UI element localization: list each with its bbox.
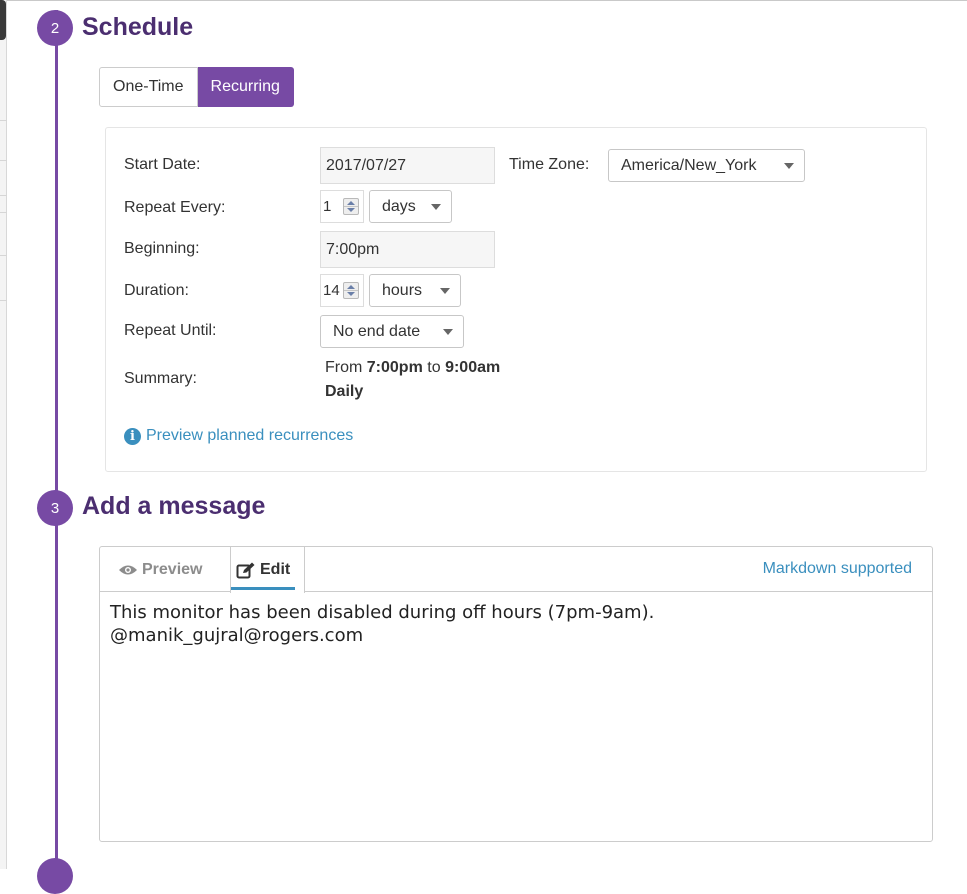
recurring-schedule-panel: Start Date: 2017/07/27 Time Zone: Americ… <box>105 127 927 472</box>
spin-arrows-icon[interactable] <box>343 198 359 215</box>
duration-stepper[interactable]: 14 <box>320 274 364 307</box>
editor-tabs: Preview Edit Markdown supported <box>100 547 932 593</box>
active-tab-indicator <box>231 587 295 590</box>
summary-from-time: 7:00pm <box>366 359 423 376</box>
eye-icon <box>119 565 137 574</box>
repeat-until-value: No end date <box>333 322 421 340</box>
duration-value: 14 <box>323 282 340 299</box>
duration-unit-value: hours <box>382 281 423 299</box>
summary-frequency: Daily <box>325 383 364 400</box>
spin-arrows-icon[interactable] <box>343 282 359 299</box>
preview-recurrences-label: Preview planned recurrences <box>146 427 354 444</box>
step-number-message: 3 <box>37 490 73 526</box>
start-date-label: Start Date: <box>124 156 201 173</box>
info-icon: i <box>124 427 141 445</box>
markdown-supported-link[interactable]: Markdown supported <box>763 560 912 578</box>
preview-recurrences-link[interactable]: i Preview planned recurrences <box>124 427 353 445</box>
left-panel-edge <box>0 0 7 869</box>
time-zone-value: America/New_York <box>621 156 757 174</box>
chevron-down-icon <box>431 204 441 210</box>
tab-preview[interactable]: Preview <box>118 547 202 592</box>
repeat-every-value: 1 <box>323 198 332 215</box>
beginning-input[interactable]: 7:00pm <box>320 231 495 268</box>
repeat-unit-value: days <box>382 197 416 215</box>
repeat-until-select[interactable]: No end date <box>320 315 464 348</box>
summary-to-word: to <box>427 359 441 376</box>
schedule-type-toggle: One-Time Recurring <box>99 67 294 107</box>
chevron-down-icon <box>440 288 450 294</box>
summary-to-time: 9:00am <box>445 359 501 376</box>
summary-label: Summary: <box>124 370 197 387</box>
time-zone-label: Time Zone: <box>509 156 590 173</box>
time-zone-select[interactable]: America/New_York <box>608 149 805 182</box>
repeat-until-label: Repeat Until: <box>124 322 217 339</box>
start-date-input[interactable]: 2017/07/27 <box>320 147 495 184</box>
duration-label: Duration: <box>124 282 189 299</box>
one-time-button[interactable]: One-Time <box>99 67 198 107</box>
repeat-unit-select[interactable]: days <box>369 190 452 223</box>
top-divider <box>7 0 967 1</box>
duration-unit-select[interactable]: hours <box>369 274 461 307</box>
message-editor: Preview Edit Markdown supported This mon… <box>99 546 933 842</box>
message-title: Add a message <box>82 492 266 520</box>
chevron-down-icon <box>784 163 794 169</box>
edit-icon <box>236 562 255 578</box>
steps-timeline <box>55 10 58 869</box>
tab-edit-label: Edit <box>260 561 291 578</box>
recurring-button[interactable]: Recurring <box>197 67 294 107</box>
repeat-every-stepper[interactable]: 1 <box>320 190 364 223</box>
next-step-circle <box>37 858 73 894</box>
message-textarea[interactable]: This monitor has been disabled during of… <box>110 601 920 831</box>
left-panel-control <box>0 0 6 40</box>
tab-preview-label: Preview <box>142 560 203 578</box>
schedule-summary: From 7:00pm to 9:00am Daily <box>325 356 500 404</box>
schedule-title: Schedule <box>82 13 194 41</box>
summary-from-word: From <box>325 359 363 376</box>
tab-edit[interactable]: Edit <box>230 547 305 593</box>
step-number-schedule: 2 <box>37 10 73 46</box>
repeat-every-label: Repeat Every: <box>124 199 226 216</box>
beginning-label: Beginning: <box>124 240 200 257</box>
chevron-down-icon <box>443 329 453 335</box>
